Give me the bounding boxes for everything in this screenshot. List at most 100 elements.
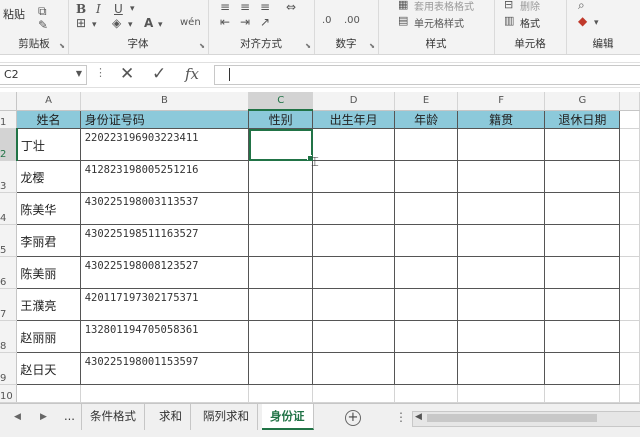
font-color-dropdown-icon[interactable]: ▾ (158, 18, 163, 32)
fill-color-icon[interactable]: ◈ (112, 16, 121, 30)
row-header-8[interactable]: 8 (0, 320, 18, 353)
cancel-icon[interactable]: ✕ (120, 64, 134, 84)
cell-c3[interactable] (248, 160, 314, 193)
horizontal-scroll-thumb[interactable] (427, 414, 597, 422)
cell-h10[interactable] (619, 384, 640, 403)
cell-e8[interactable] (394, 320, 459, 353)
delete-button[interactable]: 删除 (520, 0, 540, 13)
formula-input[interactable] (214, 65, 640, 85)
clipboard-launcher-icon[interactable]: ⬊ (59, 42, 65, 50)
cell-b10[interactable] (80, 384, 250, 403)
cell-d8[interactable] (312, 320, 396, 353)
cell-g10[interactable] (544, 384, 621, 403)
column-header-h[interactable] (619, 92, 640, 111)
cell-b1[interactable]: 身份证号码 (79, 109, 250, 129)
cell-a7[interactable]: 王濮亮 (16, 288, 81, 321)
cell-h1[interactable] (619, 110, 640, 129)
add-sheet-icon[interactable]: + (345, 410, 361, 426)
indent-increase-icon[interactable]: ⇥ (240, 15, 250, 29)
cell-c4[interactable] (248, 192, 314, 225)
cell-a1[interactable]: 姓名 (16, 109, 81, 129)
cell-a9[interactable]: 赵日天 (16, 352, 81, 385)
cell-g3[interactable] (544, 160, 621, 193)
cell-g5[interactable] (544, 224, 621, 257)
cell-f2[interactable] (457, 128, 546, 161)
column-header-a[interactable]: A (16, 92, 81, 111)
cell-h2[interactable] (619, 128, 640, 161)
cell-c1[interactable]: 性别 (248, 109, 314, 129)
copy-icon[interactable]: ⧉ (38, 4, 47, 18)
cell-b4[interactable]: 430225198003113537 (79, 192, 250, 225)
cell-d2[interactable] (312, 128, 396, 161)
cell-a10[interactable] (16, 384, 81, 403)
cell-d3[interactable] (312, 160, 396, 193)
row-header-7[interactable]: 7 (0, 288, 18, 321)
row-header-3[interactable]: 3 (0, 160, 18, 193)
cell-e6[interactable] (394, 256, 459, 289)
cell-a3[interactable]: 龙樱 (16, 160, 81, 193)
column-header-b[interactable]: B (80, 92, 250, 111)
border-dropdown-icon[interactable]: ▾ (92, 18, 97, 32)
row-header-2[interactable]: 2 (0, 128, 18, 161)
enter-icon[interactable]: ✓ (152, 64, 166, 84)
select-all-corner[interactable] (0, 92, 18, 111)
cell-d6[interactable] (312, 256, 396, 289)
merge-icon[interactable]: ⇔ (286, 0, 296, 14)
cell-h4[interactable] (619, 192, 640, 225)
format-as-table-button[interactable]: 套用表格格式 (414, 0, 474, 13)
cell-c5[interactable] (248, 224, 314, 257)
find-icon[interactable]: ⌕ (578, 0, 585, 12)
cell-d7[interactable] (312, 288, 396, 321)
cell-g9[interactable] (544, 352, 621, 385)
cell-b9[interactable]: 430225198001153597 (79, 352, 250, 385)
row-header-5[interactable]: 5 (0, 224, 18, 257)
name-box[interactable]: C2 ▼ (0, 65, 87, 85)
cell-d9[interactable] (312, 352, 396, 385)
formula-bar-grip-icon[interactable]: ⋮ (95, 66, 106, 79)
cell-g7[interactable] (544, 288, 621, 321)
cell-e5[interactable] (394, 224, 459, 257)
cell-e3[interactable] (394, 160, 459, 193)
cell-h6[interactable] (619, 256, 640, 289)
cell-f5[interactable] (457, 224, 546, 257)
cell-h5[interactable] (619, 224, 640, 257)
cell-d1[interactable]: 出生年月 (312, 109, 396, 129)
tab-conditional-format[interactable]: 条件格式 (82, 404, 145, 430)
cell-h8[interactable] (619, 320, 640, 353)
underline-icon[interactable]: U (114, 2, 123, 16)
cell-b6[interactable]: 430225198008123527 (79, 256, 250, 289)
scroll-left-icon[interactable]: ◀ (415, 412, 422, 422)
column-header-g[interactable]: G (544, 92, 621, 111)
scroll-tabs-left-icon[interactable]: ◀ (14, 412, 21, 422)
cell-e1[interactable]: 年龄 (394, 109, 459, 129)
cell-f1[interactable]: 籍贯 (457, 109, 546, 129)
column-header-d[interactable]: D (312, 92, 396, 111)
phonetic-icon[interactable]: wén (180, 16, 201, 30)
cell-b3[interactable]: 412823198005251216 (79, 160, 250, 193)
column-header-c[interactable]: C (248, 92, 314, 111)
cell-c6[interactable] (248, 256, 314, 289)
number-launcher-icon[interactable]: ⬊ (369, 42, 375, 50)
cell-c8[interactable] (248, 320, 314, 353)
tab-sum[interactable]: 求和 (151, 404, 191, 430)
row-header-4[interactable]: 4 (0, 192, 18, 225)
cell-e7[interactable] (394, 288, 459, 321)
alignment-launcher-icon[interactable]: ⬊ (305, 42, 311, 50)
clear-dropdown-icon[interactable]: ▾ (594, 16, 599, 30)
cell-g4[interactable] (544, 192, 621, 225)
cell-h3[interactable] (619, 160, 640, 193)
border-icon[interactable]: ⊞ (76, 16, 86, 30)
row-header-1[interactable]: 1 (0, 110, 18, 129)
cell-d4[interactable] (312, 192, 396, 225)
align-center-icon[interactable]: ≡ (240, 0, 250, 14)
tab-id-card[interactable]: 身份证 (262, 404, 314, 430)
row-header-9[interactable]: 9 (0, 352, 18, 385)
orientation-icon[interactable]: ↗ (260, 15, 270, 29)
cell-d5[interactable] (312, 224, 396, 257)
cell-e4[interactable] (394, 192, 459, 225)
cell-f8[interactable] (457, 320, 546, 353)
cell-c10[interactable] (248, 384, 314, 403)
indent-decrease-icon[interactable]: ⇤ (220, 15, 230, 29)
cell-f9[interactable] (457, 352, 546, 385)
cell-c2-active[interactable] (248, 128, 314, 161)
